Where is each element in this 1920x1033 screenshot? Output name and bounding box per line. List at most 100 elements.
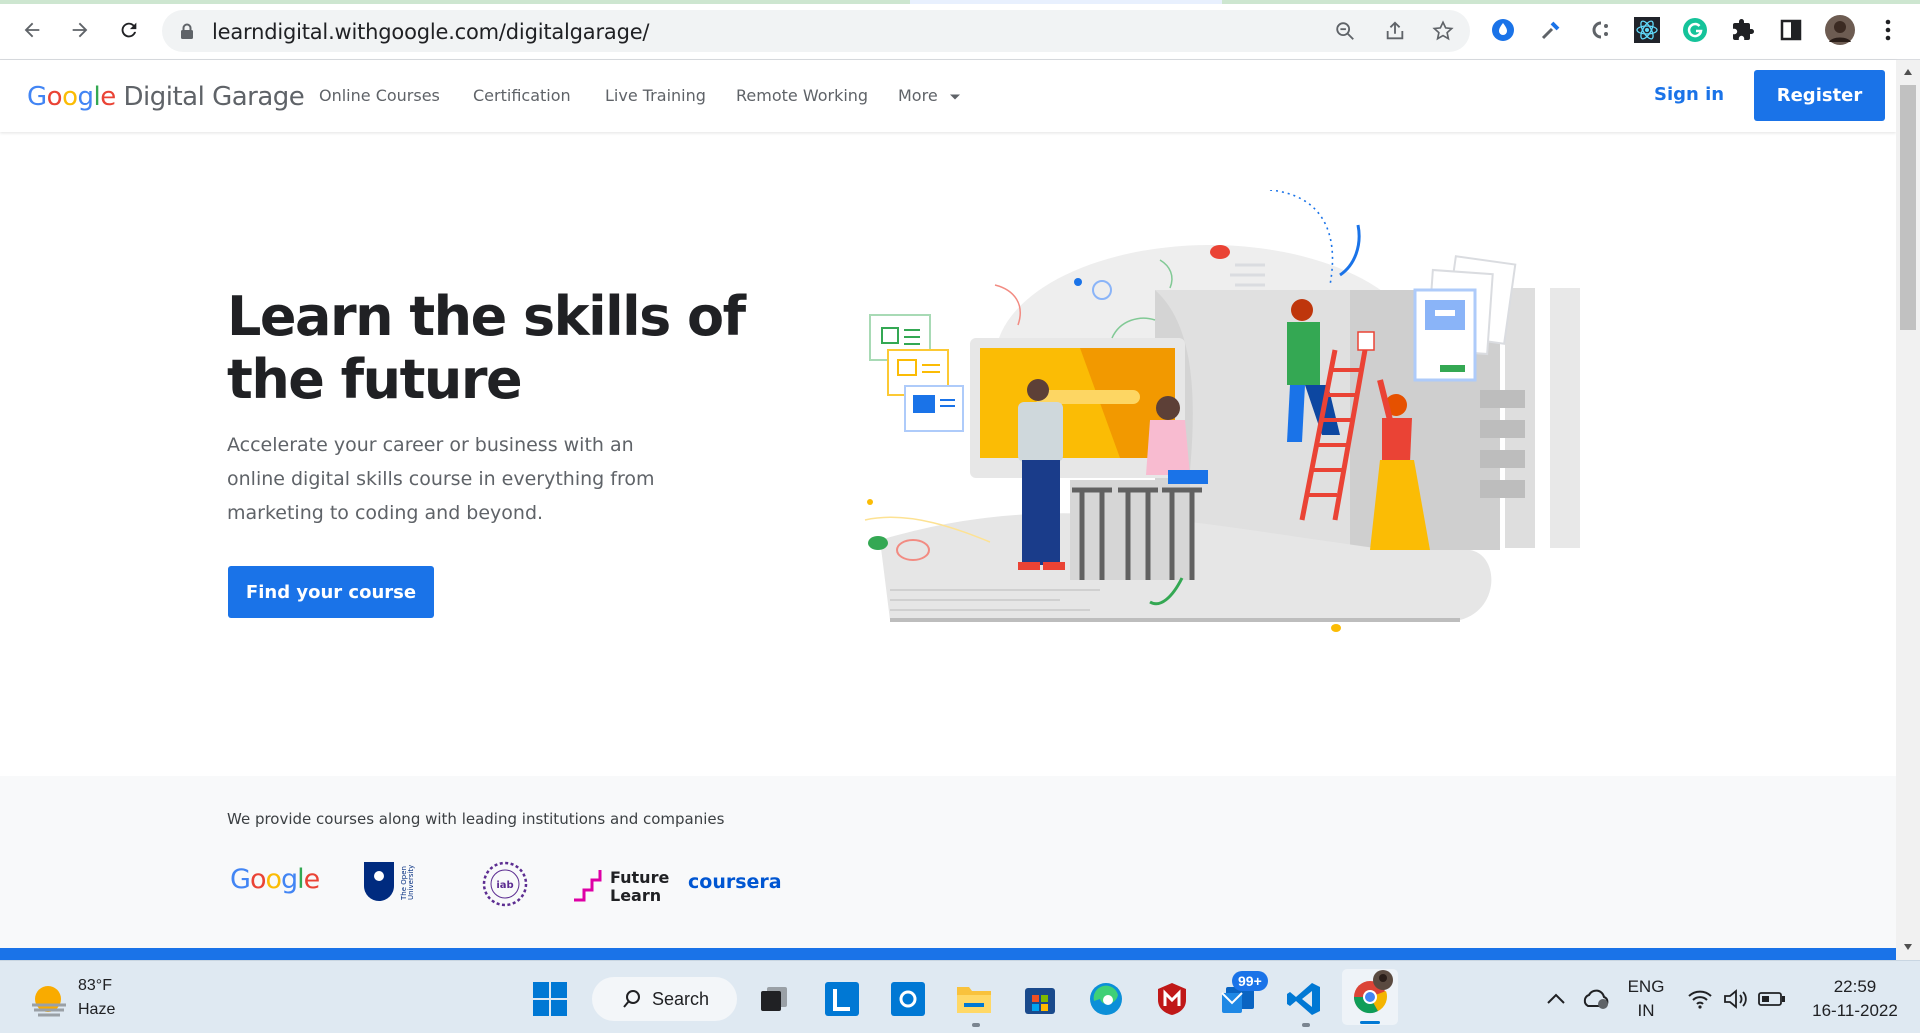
weather-temp: 83°F [78,977,112,994]
cortana-icon [891,982,925,1016]
onedrive-tray[interactable] [1578,979,1614,1019]
back-button[interactable] [16,14,48,46]
weather-desc: Haze [78,1001,116,1018]
chrome-menu-icon[interactable] [1874,16,1902,44]
puzzle-icon[interactable] [1729,16,1757,44]
battery-tray[interactable] [1754,979,1790,1019]
nav-remote-working[interactable]: Remote Working [736,86,868,105]
clock-time[interactable]: 22:59 [1800,977,1910,997]
search-icon [623,990,640,1008]
iab-logo: iab [482,861,528,907]
svg-text:University: University [407,865,415,900]
logo-text: Digital Garage [123,82,305,112]
mcafee-shield-icon [1158,983,1186,1015]
taskbar-chrome[interactable] [1342,969,1398,1025]
weather-widget[interactable]: 83°F Haze [26,975,136,1025]
forward-button[interactable] [64,14,96,46]
wifi-tray[interactable] [1682,979,1718,1019]
lock-icon [181,23,193,39]
hero-subtitle: Accelerate your career or business with … [227,434,655,524]
partners-section: We provide courses along with leading in… [0,776,1896,948]
nav-more[interactable]: More [898,86,961,105]
clock-date[interactable]: 16-11-2022 [1800,1001,1910,1021]
taskbar-app-l[interactable] [822,979,862,1019]
bookmark-star-icon[interactable] [1432,20,1454,42]
extension-drop-icon[interactable] [1489,16,1517,44]
running-indicator-dot [972,1023,980,1027]
taskbar-app-cortana[interactable] [888,979,928,1019]
svg-text:Future: Future [610,868,669,887]
taskbar-file-explorer[interactable] [954,979,994,1019]
svg-text:Google: Google [230,864,320,895]
wifi-icon [1688,990,1712,1009]
sign-in-link[interactable]: Sign in [1654,84,1724,105]
task-view-button[interactable] [754,979,794,1019]
hero-illustration [864,190,1580,632]
taskbar-search[interactable]: Search [592,977,737,1021]
taskbar-mail[interactable]: 99+ [1218,971,1268,1019]
google-partner-logo: Google [230,864,321,895]
hero-title: Learn the skills of the future [227,285,746,411]
edge-icon [1090,983,1122,1015]
share-icon[interactable] [1384,20,1406,42]
scroll-down-arrow-icon[interactable] [1903,943,1913,951]
partners-text: We provide courses along with leading in… [227,810,725,828]
site-header: Google Digital Garage Online Courses Cer… [0,60,1896,132]
digital-garage-logo[interactable]: Google Digital Garage [27,82,305,112]
side-panel-icon[interactable] [1777,16,1805,44]
taskbar-store[interactable] [1020,979,1060,1019]
taskbar-edge[interactable] [1086,979,1126,1019]
coursera-logo: coursera [688,871,782,893]
l-app-icon [825,982,859,1016]
nav-online-courses[interactable]: Online Courses [319,86,440,105]
react-devtools-icon[interactable] [1633,16,1661,44]
language-top[interactable]: ENG [1626,977,1666,997]
svg-text:Learn: Learn [610,886,661,905]
grammarly-icon[interactable] [1681,16,1709,44]
vscode-icon [1287,983,1320,1015]
store-icon [1025,988,1055,1014]
nav-live-training[interactable]: Live Training [605,86,706,105]
volume-tray[interactable] [1718,979,1754,1019]
svg-text:iab: iab [496,880,513,891]
show-hidden-icons-button[interactable] [1538,979,1574,1019]
taskbar-vscode[interactable] [1284,979,1324,1019]
register-button[interactable]: Register [1754,70,1885,121]
taskbar-mcafee[interactable] [1152,979,1192,1019]
footer-accent-strip [0,948,1896,960]
arrow-left-icon [24,22,40,38]
scrollbar-thumb[interactable] [1900,85,1916,330]
scroll-up-arrow-icon[interactable] [1903,68,1913,76]
onedrive-cloud-icon [1583,989,1609,1009]
speaker-icon [1724,989,1747,1009]
windows-taskbar: 83°F Haze Search 99+ ENG IN 22:59 16-11-… [0,960,1920,1033]
eyedropper-icon[interactable] [1537,16,1565,44]
battery-icon [1758,992,1785,1006]
search-label: Search [652,988,710,1009]
open-university-logo: The Open University [364,862,415,901]
svg-text:coursera: coursera [688,871,782,893]
folder-icon [957,987,991,1013]
language-bottom[interactable]: IN [1626,1001,1666,1021]
mail-badge: 99+ [1232,971,1268,991]
chevron-up-icon [1547,993,1565,1004]
running-indicator-dot [1302,1023,1310,1027]
css-extension-icon[interactable] [1585,16,1613,44]
zoom-icon[interactable] [1334,20,1356,42]
profile-avatar[interactable] [1824,14,1856,46]
future-learn-logo: Future Learn [574,868,669,905]
reload-icon [121,22,137,38]
nav-certification[interactable]: Certification [473,86,571,105]
windows-logo-icon [533,982,567,1016]
browser-toolbar: learndigital.withgoogle.com/digitalgarag… [0,0,1920,60]
arrow-right-icon [72,22,88,38]
task-view-icon [761,987,787,1011]
active-app-indicator [1360,1021,1380,1024]
tab-strip [0,0,1920,4]
reload-button[interactable] [113,14,145,46]
address-bar[interactable]: learndigital.withgoogle.com/digitalgarag… [162,10,1470,52]
haze-weather-icon [32,986,66,1017]
chrome-profile-overlay-icon [1373,970,1393,990]
start-button[interactable] [530,979,570,1019]
find-your-course-button[interactable]: Find your course [228,566,434,618]
